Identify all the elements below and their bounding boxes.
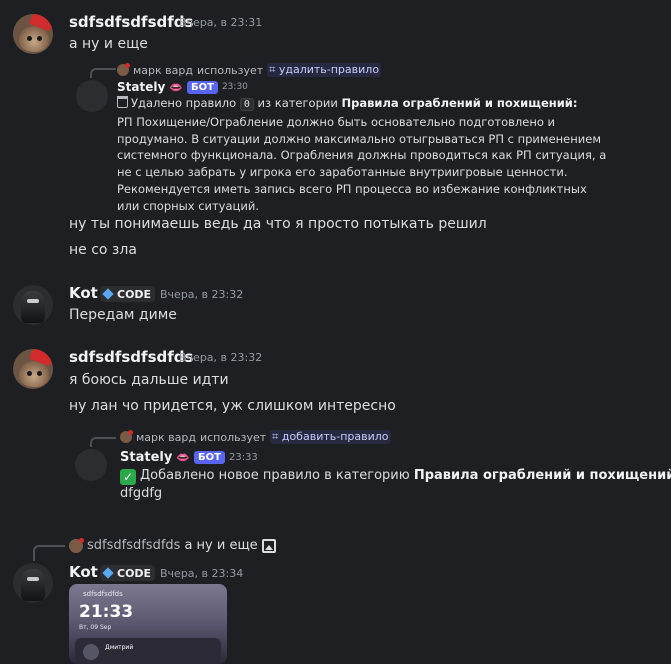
category-name: Правила ограблений и похищений (341, 96, 573, 110)
inline-code: 0 (239, 98, 254, 111)
reply-connector (90, 437, 116, 447)
diamond-icon (102, 288, 114, 300)
message-timestamp: Вчера, в 23:32 (179, 351, 263, 364)
check-icon: ✓ (120, 469, 136, 485)
reply-avatar (117, 63, 130, 76)
username[interactable]: sdfsdfsdfsdfds (69, 13, 193, 31)
reply-uses: использует (196, 63, 264, 77)
reply-uses: использует (199, 430, 267, 444)
reply-user[interactable]: марк вард (133, 64, 193, 77)
bot-badge: БОТ (194, 451, 225, 464)
message-text: ну ты понимаешь ведь да что я просто пот… (69, 216, 487, 232)
reply-user[interactable]: марк вард (136, 431, 196, 444)
message-text: не со зла (69, 242, 137, 258)
attachment-avatar (83, 644, 99, 660)
message-text: а ну и еще (69, 36, 148, 52)
bot-avatar[interactable] (76, 80, 108, 112)
image-icon (261, 538, 276, 553)
command-reply-bar[interactable]: марк вард использует ⌗ удалить-правило (117, 63, 382, 77)
reply-user[interactable]: sdfsdfsdfsdfds (87, 538, 180, 553)
attachment-card-name: Дмитрий (105, 644, 134, 651)
lips-icon: 👄 (176, 451, 191, 464)
attachment-date: Вт, 09 Sep (79, 624, 112, 631)
reply-avatar (69, 537, 84, 553)
rule-text: dfgdfg (120, 486, 163, 501)
user-avatar[interactable] (13, 285, 53, 325)
rule-text: РП Похищение/Ограбление должно быть осно… (117, 114, 607, 213)
reply-text[interactable]: а ну и еще (184, 538, 257, 553)
reply-connector (33, 545, 65, 561)
username[interactable]: sdfsdfsdfsdfds (69, 348, 193, 366)
slash-command[interactable]: ⌗ добавить-правило (270, 430, 391, 444)
reply-avatar (120, 430, 133, 443)
bot-timestamp: 23:33 (228, 452, 258, 463)
attachment-time: 21:33 (79, 602, 134, 622)
message-text: Передам диме (69, 307, 177, 323)
bot-message: ✓ Добавлено новое правило в категорию Пра… (120, 467, 671, 503)
username[interactable]: Kot (69, 563, 98, 581)
message-timestamp: Вчера, в 23:31 (179, 16, 263, 29)
user-avatar[interactable] (13, 14, 53, 54)
message-timestamp: Вчера, в 23:34 (160, 567, 244, 580)
bot-badge: БОТ (187, 80, 218, 94)
bot-header: Stately 👄 БОТ 23:30 (117, 80, 248, 94)
category-name: Правила ограблений и похищений (413, 468, 671, 483)
bot-name[interactable]: Stately (117, 80, 165, 94)
user-avatar[interactable] (13, 349, 53, 389)
username[interactable]: Kot (69, 284, 98, 302)
message-text: ну лан чо придется, уж слишком интересно (69, 398, 396, 414)
user-avatar[interactable] (13, 563, 53, 603)
diamond-icon (102, 567, 114, 579)
bot-message: Удалено правило 0 из категории Правила о… (117, 96, 607, 213)
trash-icon (117, 96, 128, 108)
code-badge[interactable]: CODE (100, 286, 156, 302)
attachment-small-text: sdfsdfsdfds (83, 590, 123, 598)
bot-header: Stately 👄 БОТ 23:33 (120, 450, 258, 465)
reply-connector (90, 68, 116, 78)
message-timestamp: Вчера, в 23:32 (160, 288, 244, 301)
reply-preview[interactable]: sdfsdfsdfsdfds а ну и еще (69, 537, 276, 553)
bot-name[interactable]: Stately (120, 450, 172, 465)
image-attachment[interactable]: sdfsdfsdfds 21:33 Вт, 09 Sep Дмитрий (69, 584, 227, 664)
bot-avatar[interactable] (75, 449, 107, 481)
bot-timestamp: 23:30 (221, 82, 248, 92)
code-badge[interactable]: CODE (100, 565, 156, 581)
command-reply-bar[interactable]: марк вард использует ⌗ добавить-правило (120, 430, 391, 444)
attachment-notification-card: Дмитрий (75, 638, 221, 664)
slash-command[interactable]: ⌗ удалить-правило (267, 63, 382, 77)
message-text: я боюсь дальше идти (69, 372, 229, 388)
lips-icon: 👄 (169, 80, 183, 94)
